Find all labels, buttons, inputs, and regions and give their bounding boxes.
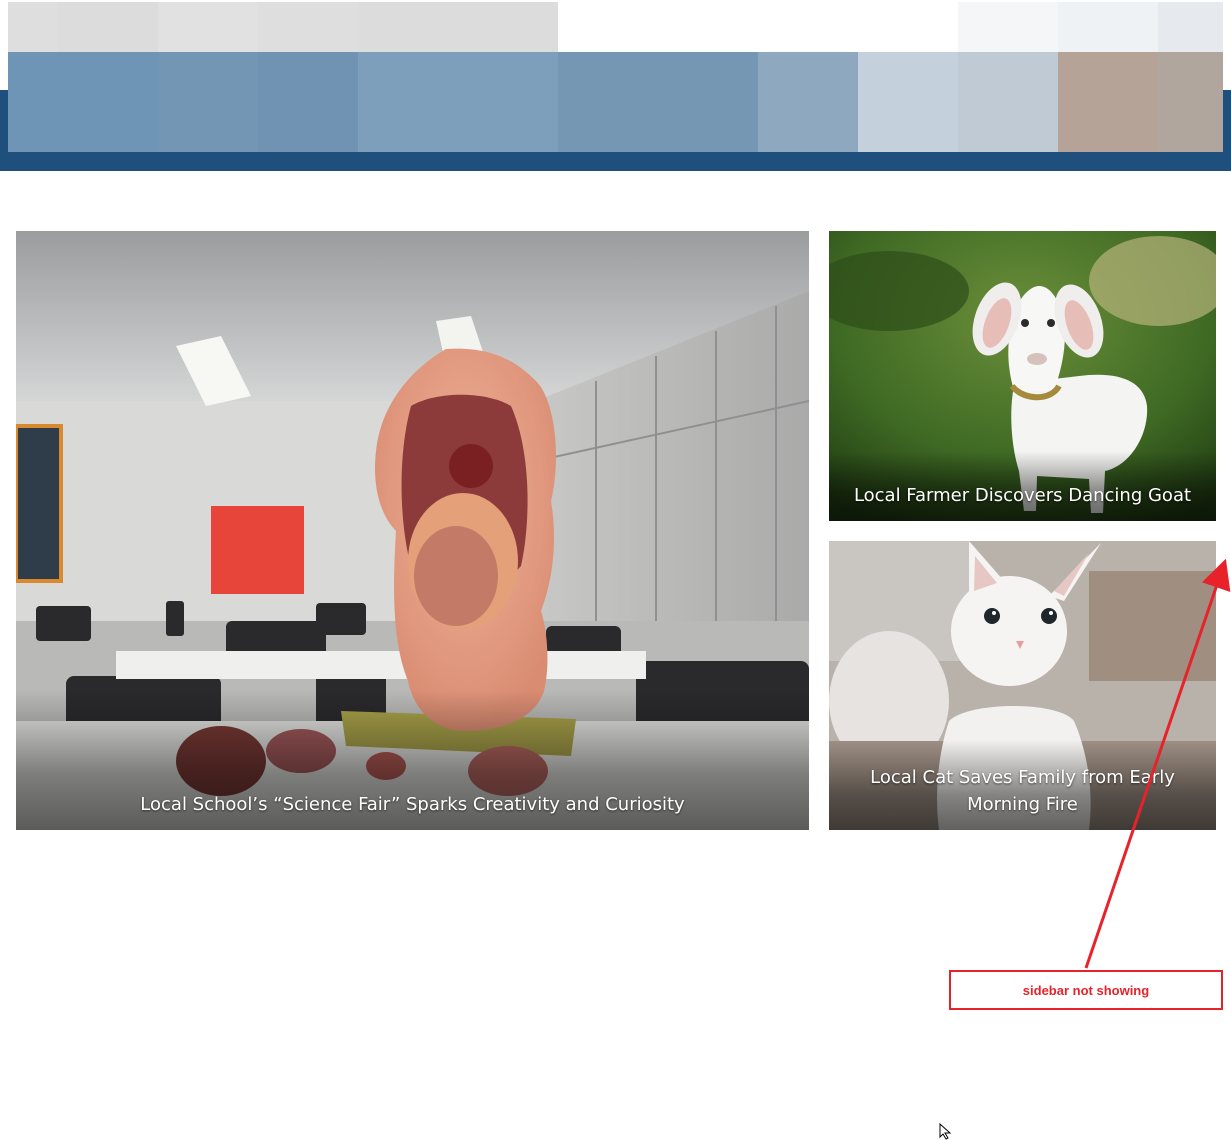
featured-post-title[interactable]: Local Cat Saves Family from Early Mornin… xyxy=(839,764,1206,818)
featured-post-title[interactable]: Local School’s “Science Fair” Sparks Cre… xyxy=(26,791,799,818)
featured-post-title[interactable]: Local Farmer Discovers Dancing Goat xyxy=(839,482,1206,509)
header-banner-image xyxy=(8,2,1223,152)
mouse-cursor-icon xyxy=(939,1123,952,1140)
featured-post-cat[interactable]: Local Cat Saves Family from Early Mornin… xyxy=(829,541,1216,830)
featured-post-goat[interactable]: Local Farmer Discovers Dancing Goat xyxy=(829,231,1216,521)
annotation-label: sidebar not showing xyxy=(949,970,1223,1010)
featured-post-main[interactable]: Local School’s “Science Fair” Sparks Cre… xyxy=(16,231,809,830)
